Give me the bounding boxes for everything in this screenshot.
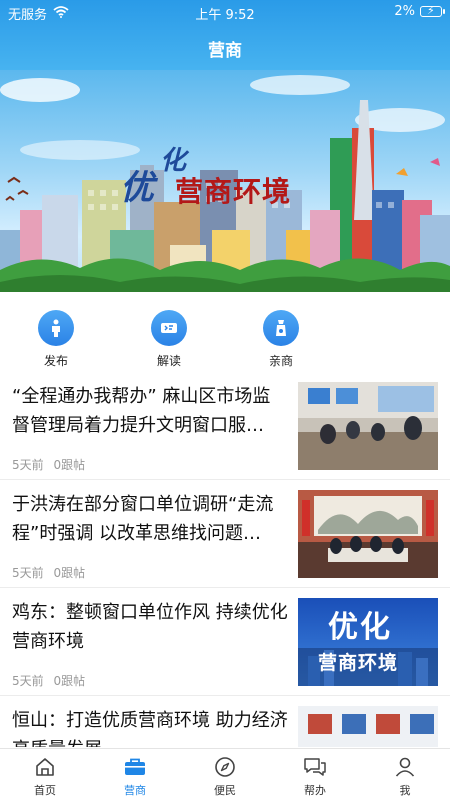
tab-label: 营商 [124, 784, 146, 797]
news-list: “全程通办我帮办” 麻山区市场监督管理局着力提升文明窗口服… 5天前 0跟帖 于… [0, 372, 450, 747]
news-thumbnail [298, 490, 438, 578]
news-replies: 0跟帖 [53, 458, 86, 472]
briefcase-icon [105, 755, 165, 779]
news-title: 恒山：打造优质营商环境 助力经济高质量发展 [12, 710, 288, 747]
tab-label: 便民 [214, 784, 236, 797]
home-icon [15, 755, 75, 779]
quick-action-interpret[interactable]: 解读 [139, 310, 199, 369]
tab-home[interactable]: 首页 [15, 755, 75, 798]
news-title: 鸡东：整顿窗口单位作风 持续优化营商环境 [12, 602, 288, 652]
top-bar: 无服务 上午 9:52 2% ⚡ 营商 [0, 0, 450, 70]
compass-icon [195, 755, 255, 779]
quick-action-label: 解读 [156, 354, 181, 368]
news-item[interactable]: 恒山：打造优质营商环境 助力经济高质量发展 [0, 696, 450, 747]
news-time: 5天前 [12, 674, 44, 688]
news-thumbnail: 优化 营商环境 [298, 598, 438, 686]
clock: 上午 9:52 [195, 8, 255, 23]
news-meta: 5天前 0跟帖 [12, 456, 85, 473]
tab-label: 我 [399, 784, 411, 797]
banner-title-main: 营商环境 [175, 175, 292, 208]
tab-label: 帮办 [304, 784, 326, 797]
news-title: “全程通办我帮办” 麻山区市场监督管理局着力提升文明窗口服… [12, 386, 271, 436]
news-time: 5天前 [12, 458, 44, 472]
tab-me[interactable]: 我 [375, 755, 435, 798]
interpret-icon [151, 310, 187, 346]
news-item[interactable]: 鸡东：整顿窗口单位作风 持续优化营商环境 5天前 0跟帖 优化 营商环境 [0, 588, 450, 696]
battery-icon: ⚡ [420, 4, 445, 17]
news-thumbnail [298, 382, 438, 470]
quick-action-label: 发布 [43, 354, 68, 368]
battery-percent: 2% [394, 4, 415, 19]
quick-action-publish[interactable]: 发布 [26, 310, 86, 369]
news-meta: 5天前 0跟帖 [12, 564, 85, 581]
pro-business-icon [263, 310, 299, 346]
tab-services[interactable]: 便民 [195, 755, 255, 798]
bottom-tab-bar: 首页 营商 便民 帮办 我 [0, 748, 450, 800]
tab-assist[interactable]: 帮办 [285, 755, 345, 798]
news-meta: 5天前 0跟帖 [12, 672, 85, 689]
news-item[interactable]: 于洪涛在部分窗口单位调研“走流程”时强调 以改革思维找问题… 5天前 0跟帖 [0, 480, 450, 588]
news-replies: 0跟帖 [53, 674, 86, 688]
user-icon [375, 755, 435, 779]
thumb-text-2: 营商环境 [318, 652, 399, 674]
page-title: 营商 [208, 41, 242, 61]
news-item[interactable]: “全程通办我帮办” 麻山区市场监督管理局着力提升文明窗口服… 5天前 0跟帖 [0, 372, 450, 480]
news-replies: 0跟帖 [53, 566, 86, 580]
thumb-text-1: 优化 [328, 610, 392, 645]
news-time: 5天前 [12, 566, 44, 580]
tab-label: 首页 [34, 784, 56, 797]
banner-carousel[interactable]: 优 化 营商环境 [0, 70, 450, 292]
chat-icon [285, 755, 345, 779]
tab-business[interactable]: 营商 [105, 755, 165, 798]
banner-title-you: 优 [120, 168, 154, 208]
status-bar: 无服务 上午 9:52 2% ⚡ [0, 0, 450, 24]
quick-actions: 发布 解读 亲商 [0, 292, 450, 370]
quick-action-label: 亲商 [268, 354, 293, 368]
news-title: 于洪涛在部分窗口单位调研“走流程”时强调 以改革思维找问题… [12, 494, 274, 544]
quick-action-pro-business[interactable]: 亲商 [251, 310, 311, 369]
news-thumbnail [298, 706, 438, 747]
publish-icon [38, 310, 74, 346]
